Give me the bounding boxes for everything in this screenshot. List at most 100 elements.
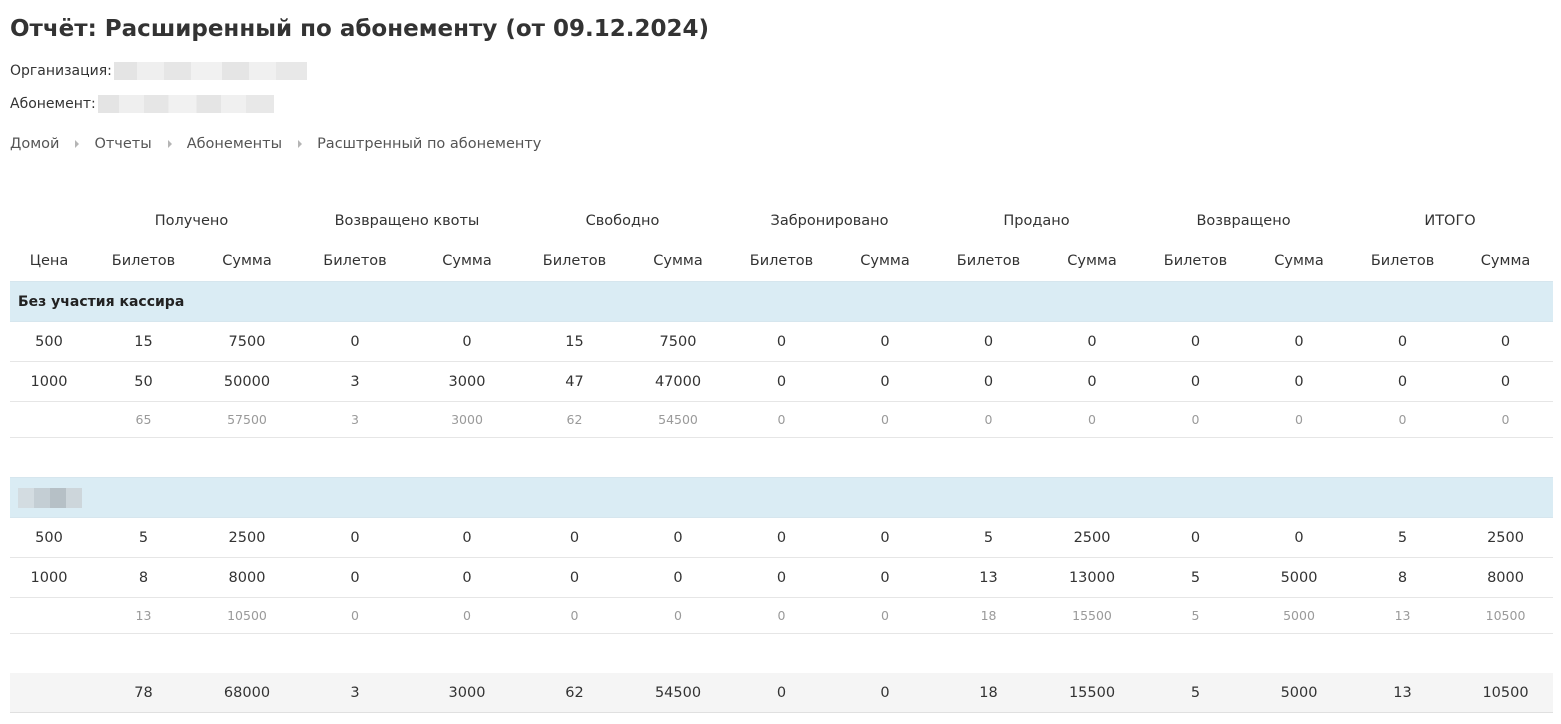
sum-cell: 54500	[630, 673, 727, 713]
tickets-cell: 13	[1347, 673, 1459, 713]
price-cell	[10, 597, 88, 634]
breadcrumb-separator-icon	[75, 140, 80, 148]
sum-cell: 15500	[1044, 673, 1141, 713]
sum-cell: 0	[1044, 401, 1141, 438]
sum-cell: 47000	[630, 361, 727, 402]
tickets-cell: 0	[1140, 321, 1252, 362]
breadcrumb-current: Расштренный по абонементу	[317, 136, 542, 152]
sum-cell: 0	[1251, 321, 1348, 362]
spacer-cell	[10, 438, 1553, 478]
sum-cell: 50000	[199, 361, 295, 402]
breadcrumb-reports[interactable]: Отчеты	[94, 136, 151, 152]
subscription-line: Абонемент:	[10, 95, 274, 113]
table-row: 1000 50 50000 3 3000 47 47000 0 0 0 0 0 0 0 0	[10, 361, 1554, 402]
tickets-cell: 5	[1140, 673, 1252, 713]
header-quota-returned: Возвращено квоты	[334, 213, 480, 229]
header-sum: Сумма	[1480, 253, 1531, 269]
tickets-cell: 0	[1347, 361, 1459, 402]
tickets-cell: 0	[1347, 321, 1459, 362]
tickets-cell: 5	[88, 517, 199, 558]
tickets-cell: 18	[933, 673, 1045, 713]
tickets-cell: 3	[295, 361, 415, 402]
spacer-row	[10, 438, 1553, 478]
sum-cell: 15500	[1044, 597, 1141, 634]
sum-cell: 0	[1458, 321, 1554, 362]
report-table: Получено Возвращено квоты Свободно Забро…	[10, 201, 1554, 713]
sum-cell: 7500	[199, 321, 295, 362]
sum-cell: 7500	[630, 321, 727, 362]
header-received: Получено	[154, 213, 229, 229]
spacer-cell	[10, 634, 1553, 674]
header-sum: Сумма	[442, 253, 492, 269]
sum-cell: 5000	[1251, 597, 1348, 634]
tickets-cell: 0	[1347, 401, 1459, 438]
header-sum: Сумма	[653, 253, 703, 269]
tickets-cell: 3	[295, 401, 415, 438]
tickets-cell: 0	[519, 557, 630, 598]
sum-cell: 8000	[1458, 557, 1554, 598]
tickets-cell: 5	[1140, 597, 1252, 634]
subscription-label: Абонемент:	[10, 96, 96, 112]
organization-value-redacted	[113, 62, 307, 80]
sum-cell: 0	[837, 401, 934, 438]
subtotal-row: 65 57500 3 3000 62 54500 0 0 0 0 0 0 0 0	[10, 401, 1554, 438]
header-total: ИТОГО	[1424, 213, 1476, 229]
sum-cell: 0	[415, 517, 519, 558]
tickets-cell: 78	[88, 673, 199, 713]
tickets-cell: 13	[88, 597, 199, 634]
tickets-cell: 0	[726, 321, 838, 362]
header-price: Цена	[29, 253, 69, 269]
tickets-cell: 0	[933, 361, 1045, 402]
tickets-cell: 0	[519, 597, 630, 634]
tickets-cell: 0	[1140, 361, 1252, 402]
price-cell	[10, 401, 88, 438]
tickets-cell: 0	[1140, 401, 1252, 438]
empty-header-cell	[10, 201, 88, 241]
table-row: 500 15 7500 0 0 15 7500 0 0 0 0 0 0 0 0	[10, 321, 1554, 362]
sum-cell: 0	[1458, 361, 1554, 402]
tickets-cell: 62	[519, 401, 630, 438]
section-title-redacted	[10, 477, 1554, 518]
sum-cell: 0	[837, 361, 934, 402]
breadcrumb-separator-icon	[167, 140, 172, 148]
tickets-cell: 5	[1140, 557, 1252, 598]
section-header-row: Без участия кассира	[10, 281, 1554, 322]
sum-cell: 10500	[1458, 597, 1554, 634]
header-sum: Сумма	[222, 253, 272, 269]
organization-line: Организация:	[10, 62, 307, 80]
sum-cell: 0	[630, 517, 727, 558]
header-returned: Возвращено	[1196, 213, 1291, 229]
tickets-cell: 47	[519, 361, 630, 402]
tickets-cell: 0	[295, 517, 415, 558]
table-row: 1000 8 8000 0 0 0 0 0 0 13 13000 5 5000 8 8000	[10, 557, 1554, 598]
tickets-cell: 0	[726, 673, 838, 713]
sum-cell: 0	[837, 517, 934, 558]
sum-cell: 54500	[630, 401, 727, 438]
tickets-cell: 50	[88, 361, 199, 402]
header-tickets: Билетов	[1163, 253, 1228, 269]
sum-cell: 10500	[199, 597, 295, 634]
report-body: Без участия кассира 500 15 7500 0 0 15 7500 0 0 0…	[10, 281, 1554, 713]
price-cell	[10, 673, 88, 713]
breadcrumb-home[interactable]: Домой	[10, 136, 59, 152]
header-tickets: Билетов	[323, 253, 387, 269]
spacer-row	[10, 634, 1553, 674]
sum-cell: 68000	[199, 673, 295, 713]
tickets-cell: 0	[295, 321, 415, 362]
price-cell: 1000	[10, 361, 88, 402]
sum-cell: 0	[1251, 401, 1348, 438]
breadcrumb-subscriptions[interactable]: Абонементы	[187, 136, 282, 152]
sum-cell: 0	[1458, 401, 1554, 438]
sum-cell: 0	[837, 557, 934, 598]
sum-cell: 0	[1251, 517, 1348, 558]
breadcrumb: Домой Отчеты Абонементы Расштренный по а…	[10, 136, 541, 152]
sum-cell: 2500	[1044, 517, 1141, 558]
sum-cell: 5000	[1251, 673, 1348, 713]
header-free: Свободно	[585, 213, 660, 229]
table-row: 500 5 2500 0 0 0 0 0 0 5 2500 0 0 5 2500	[10, 517, 1554, 558]
sum-cell: 0	[1044, 361, 1141, 402]
tickets-cell: 18	[933, 597, 1045, 634]
tickets-cell: 0	[295, 597, 415, 634]
sum-cell: 0	[630, 557, 727, 598]
header-sum: Сумма	[860, 253, 910, 269]
